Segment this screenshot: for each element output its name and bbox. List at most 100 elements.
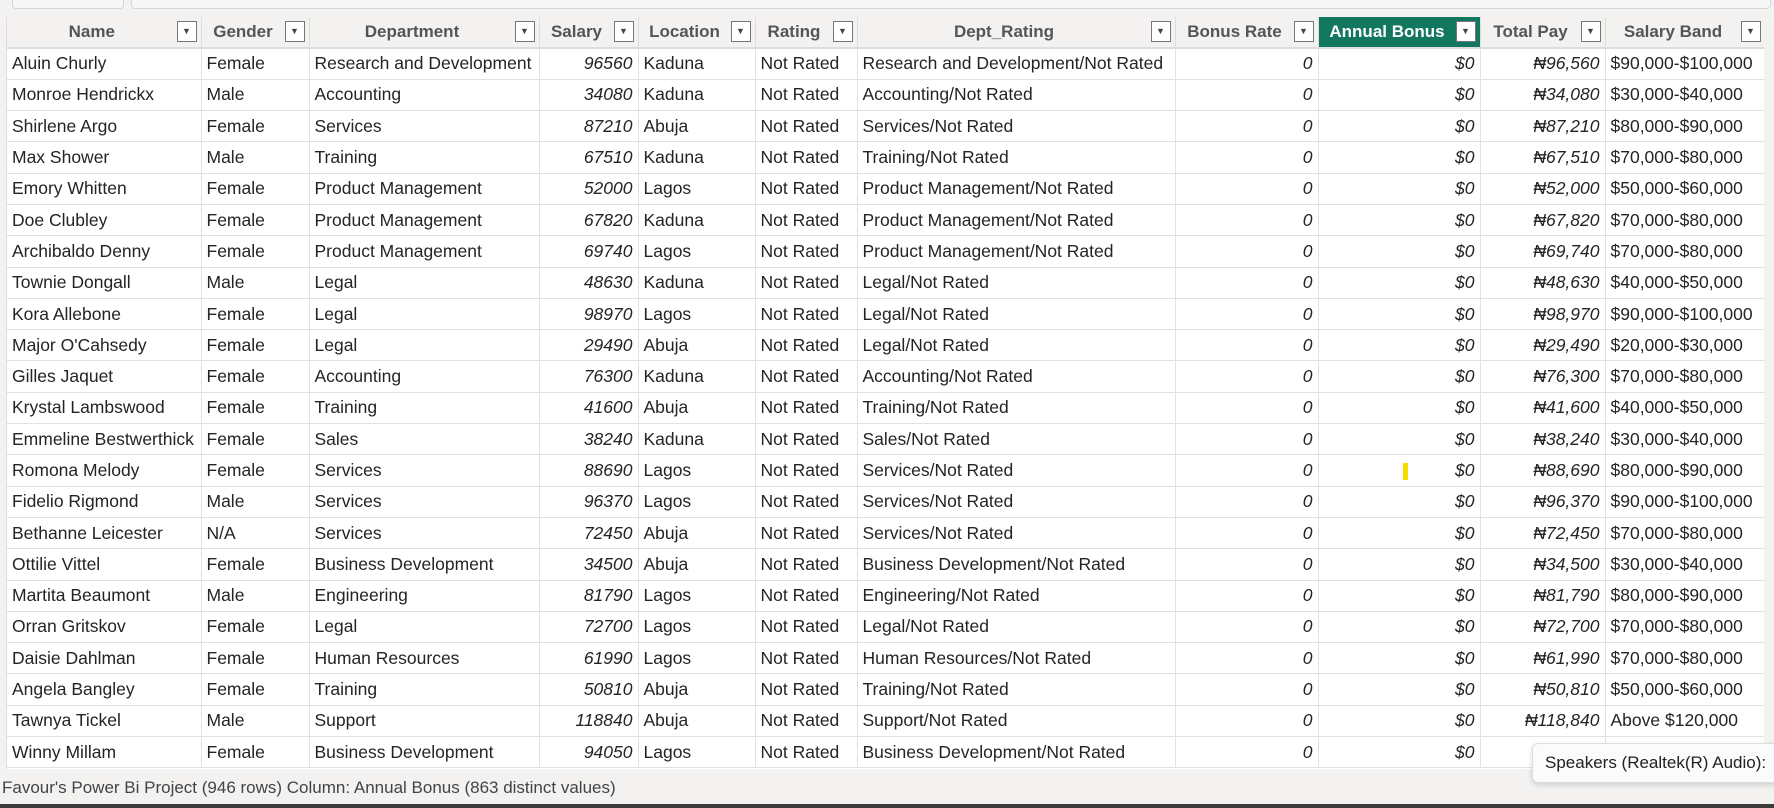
cell-salary[interactable]: 69740 [539, 235, 639, 268]
cell-dept-rating[interactable]: Training/Not Rated [857, 673, 1176, 706]
column-header-salary[interactable]: Salary ▼ [539, 17, 639, 49]
cell-dept-rating[interactable]: Accounting/Not Rated [857, 79, 1176, 112]
cell-name[interactable]: Krystal Lambswood [7, 392, 202, 425]
filter-dropdown-icon[interactable]: ▼ [1293, 21, 1314, 42]
column-header-department[interactable]: Department ▼ [309, 17, 540, 49]
cell-total-pay[interactable]: ₦67,820 [1480, 204, 1606, 237]
filter-dropdown-icon[interactable]: ▼ [613, 21, 634, 42]
cell-location[interactable]: Abuja [638, 392, 756, 425]
cell-salary-band[interactable]: $80,000-$90,000 [1605, 454, 1764, 487]
cell-salary-band[interactable]: $70,000-$80,000 [1605, 611, 1764, 644]
cell-name[interactable]: Townie Dongall [7, 267, 202, 299]
column-header-name[interactable]: Name ▼ [7, 17, 202, 49]
cell-location[interactable]: Lagos [638, 611, 756, 644]
cell-total-pay[interactable]: ₦98,970 [1480, 298, 1606, 331]
filter-dropdown-icon[interactable]: ▼ [1740, 21, 1761, 42]
cell-annual-bonus[interactable]: $0 [1318, 736, 1481, 769]
cell-location[interactable]: Abuja [638, 673, 756, 706]
cell-total-pay[interactable]: ₦52,000 [1480, 173, 1606, 205]
cell-total-pay[interactable]: ₦41,600 [1480, 392, 1606, 425]
cell-salary-band[interactable]: $30,000-$40,000 [1605, 79, 1764, 112]
cell-location[interactable]: Kaduna [638, 48, 756, 80]
cell-location[interactable]: Lagos [638, 298, 756, 331]
cell-bonus-rate[interactable]: 0 [1175, 235, 1319, 268]
cell-location[interactable]: Abuja [638, 548, 756, 581]
cell-department[interactable]: Legal [309, 329, 540, 362]
cell-dept-rating[interactable]: Training/Not Rated [857, 141, 1176, 174]
cell-location[interactable]: Lagos [638, 235, 756, 268]
cell-salary-band[interactable]: $70,000-$80,000 [1605, 141, 1764, 174]
cell-dept-rating[interactable]: Services/Not Rated [857, 454, 1176, 487]
cell-dept-rating[interactable]: Legal/Not Rated [857, 298, 1176, 331]
cell-annual-bonus[interactable]: $0 [1318, 267, 1481, 299]
cell-name[interactable]: Aluin Churly [7, 48, 202, 80]
cell-dept-rating[interactable]: Services/Not Rated [857, 486, 1176, 518]
cell-salary-band[interactable]: $50,000-$60,000 [1605, 673, 1764, 706]
cell-total-pay[interactable]: ₦118,840 [1480, 705, 1606, 738]
cell-annual-bonus[interactable]: $0 [1318, 173, 1481, 205]
cell-gender[interactable]: Female [201, 235, 310, 268]
cell-location[interactable]: Kaduna [638, 79, 756, 112]
cell-salary[interactable]: 52000 [539, 173, 639, 205]
cell-gender[interactable]: Female [201, 360, 310, 393]
cell-bonus-rate[interactable]: 0 [1175, 642, 1319, 675]
cell-name[interactable]: Emory Whitten [7, 173, 202, 205]
cell-bonus-rate[interactable]: 0 [1175, 204, 1319, 237]
cell-rating[interactable]: Not Rated [755, 611, 858, 644]
cell-name[interactable]: Emmeline Bestwerthick [7, 423, 202, 456]
filter-dropdown-icon[interactable]: ▼ [284, 21, 305, 42]
cell-location[interactable]: Kaduna [638, 360, 756, 393]
cell-annual-bonus[interactable]: $0 [1318, 454, 1481, 487]
cell-salary[interactable]: 98970 [539, 298, 639, 331]
cell-department[interactable]: Accounting [309, 360, 540, 393]
cell-gender[interactable]: Female [201, 423, 310, 456]
cell-rating[interactable]: Not Rated [755, 360, 858, 393]
cell-salary-band[interactable]: $90,000-$100,000 [1605, 48, 1764, 80]
filter-dropdown-icon[interactable]: ▼ [832, 21, 853, 42]
cell-name[interactable]: Shirlene Argo [7, 110, 202, 143]
cell-total-pay[interactable]: ₦29,490 [1480, 329, 1606, 362]
cell-dept-rating[interactable]: Legal/Not Rated [857, 267, 1176, 299]
cell-salary[interactable]: 48630 [539, 267, 639, 299]
cell-bonus-rate[interactable]: 0 [1175, 110, 1319, 143]
cell-name[interactable]: Doe Clubley [7, 204, 202, 237]
cell-gender[interactable]: Female [201, 48, 310, 80]
cell-salary-band[interactable]: $80,000-$90,000 [1605, 580, 1764, 612]
cell-bonus-rate[interactable]: 0 [1175, 705, 1319, 738]
cell-location[interactable]: Kaduna [638, 423, 756, 456]
filter-dropdown-icon[interactable]: ▼ [730, 21, 751, 42]
cell-rating[interactable]: Not Rated [755, 392, 858, 425]
cell-annual-bonus[interactable]: $0 [1318, 48, 1481, 80]
cell-rating[interactable]: Not Rated [755, 48, 858, 80]
cell-location[interactable]: Abuja [638, 705, 756, 738]
cell-gender[interactable]: Male [201, 267, 310, 299]
cell-name[interactable]: Archibaldo Denny [7, 235, 202, 268]
cell-department[interactable]: Services [309, 517, 540, 550]
cell-salary-band[interactable]: $50,000-$60,000 [1605, 173, 1764, 205]
cell-department[interactable]: Legal [309, 611, 540, 644]
cell-annual-bonus[interactable]: $0 [1318, 235, 1481, 268]
cell-location[interactable]: Abuja [638, 110, 756, 143]
cell-dept-rating[interactable]: Product Management/Not Rated [857, 173, 1176, 205]
cell-gender[interactable]: Female [201, 204, 310, 237]
cell-department[interactable]: Training [309, 392, 540, 425]
formula-bar[interactable] [131, 0, 1771, 9]
cell-bonus-rate[interactable]: 0 [1175, 454, 1319, 487]
cell-salary[interactable]: 41600 [539, 392, 639, 425]
cell-rating[interactable]: Not Rated [755, 173, 858, 205]
cell-salary-band[interactable]: $30,000-$40,000 [1605, 423, 1764, 456]
cell-total-pay[interactable]: ₦34,080 [1480, 79, 1606, 112]
cell-salary[interactable]: 81790 [539, 580, 639, 612]
cell-bonus-rate[interactable]: 0 [1175, 79, 1319, 112]
cell-bonus-rate[interactable]: 0 [1175, 611, 1319, 644]
cell-location[interactable]: Lagos [638, 173, 756, 205]
cell-salary-band[interactable]: Above $120,000 [1605, 705, 1764, 738]
cell-bonus-rate[interactable]: 0 [1175, 298, 1319, 331]
cell-rating[interactable]: Not Rated [755, 548, 858, 581]
tab-placeholder[interactable] [12, 0, 124, 9]
cell-salary[interactable]: 29490 [539, 329, 639, 362]
cell-name[interactable]: Angela Bangley [7, 673, 202, 706]
cell-total-pay[interactable]: ₦72,700 [1480, 611, 1606, 644]
filter-dropdown-icon[interactable]: ▼ [1150, 21, 1171, 42]
cell-department[interactable]: Product Management [309, 235, 540, 268]
